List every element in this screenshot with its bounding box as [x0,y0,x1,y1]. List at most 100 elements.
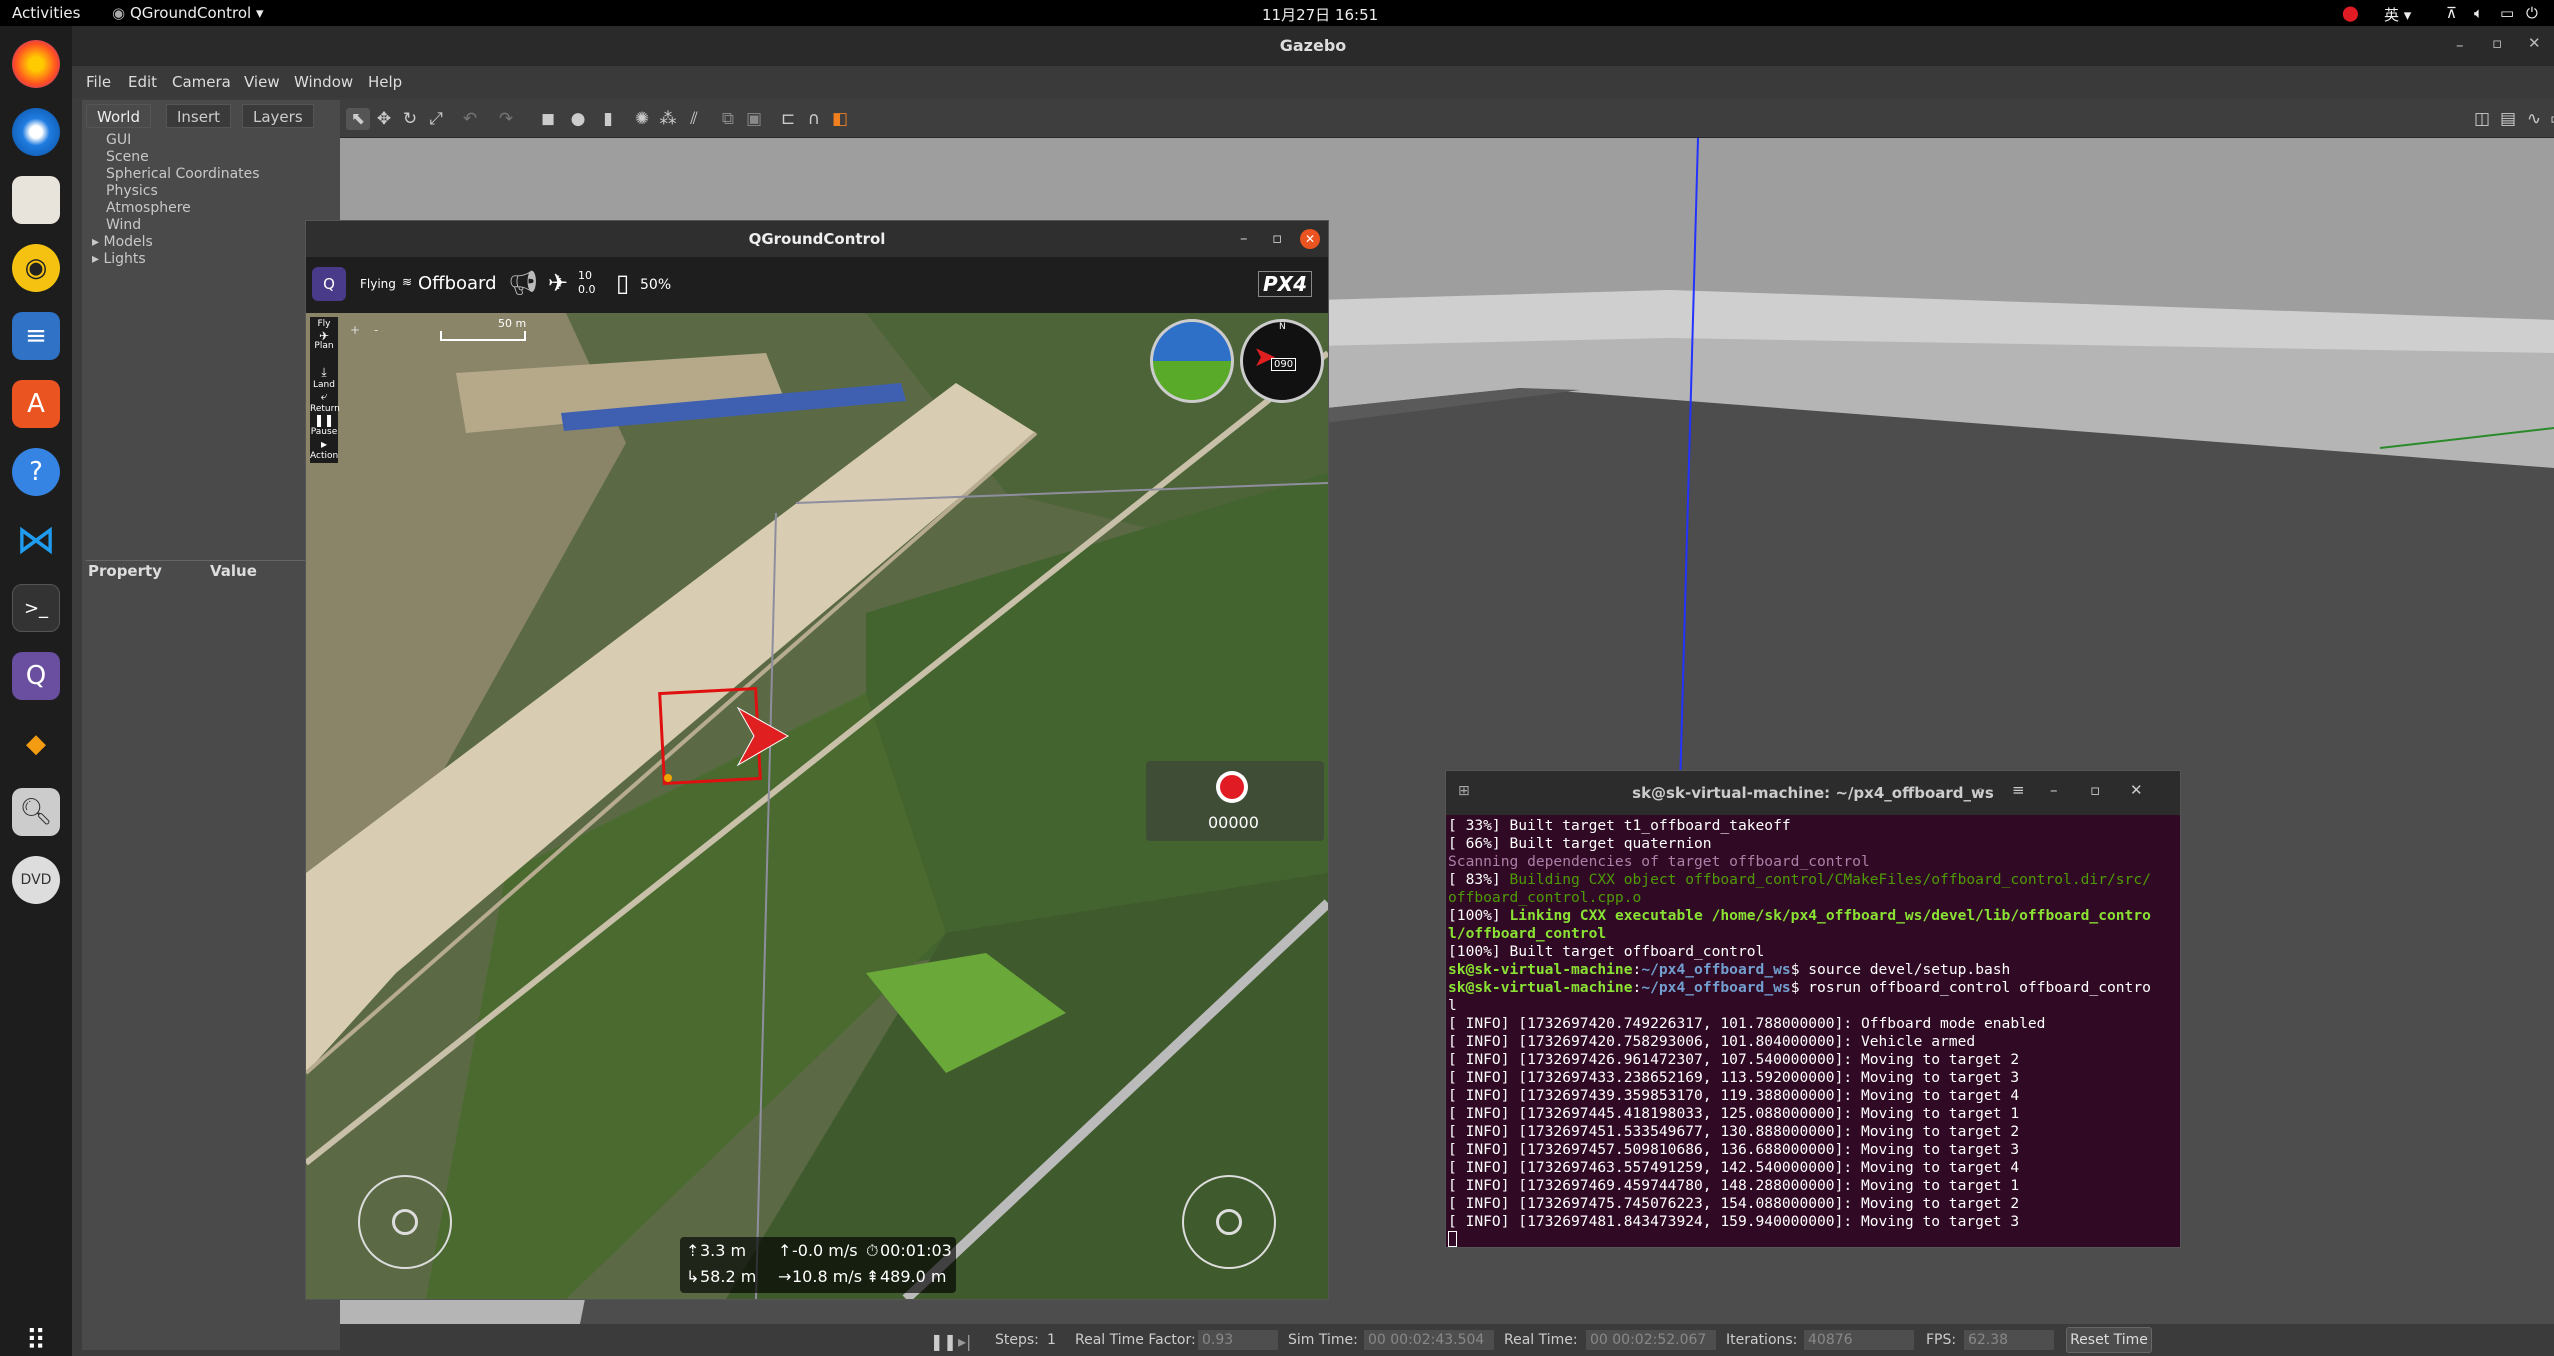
tree-models[interactable]: ▸ Models [92,234,153,250]
terminal-menu-icon[interactable]: ≡ [2012,781,2025,799]
tree-scene[interactable]: Scene [106,149,149,165]
step-icon[interactable]: ▸| [958,1332,971,1351]
align-icon[interactable]: ⊏ [776,108,800,130]
volume-icon[interactable]: 🔈︎ [2474,4,2483,22]
steps-value[interactable]: 1 [1047,1332,1056,1348]
clock[interactable]: 11月27日 16:51 [1262,4,1378,25]
tool-return[interactable]: ⤶ Return [310,389,340,414]
right-joystick-knob[interactable] [1216,1209,1242,1235]
expand-arrow-icon[interactable]: ▸ [92,234,103,250]
home-marker[interactable] [664,774,672,782]
directional-light-icon[interactable]: ⫽ [682,108,706,130]
tool-action[interactable]: ▸ Action [310,437,338,461]
pause-icon[interactable]: ❚❚ [930,1332,957,1351]
menu-view[interactable]: View [244,73,280,91]
tab-insert[interactable]: Insert [166,104,232,128]
qgc-logo-icon[interactable]: Q [312,267,346,301]
writer-icon[interactable]: ≡ [12,312,60,360]
terminal-output[interactable]: [ 33%] Built target t1_offboard_takeoff[… [1448,815,2180,1247]
menu-help[interactable]: Help [368,73,402,91]
rotate-icon[interactable]: ↻ [398,108,422,130]
app-center-icon[interactable]: A [12,380,60,428]
close-icon[interactable]: ✕ [2528,34,2541,52]
screenshot-icon[interactable]: ◫ [2470,108,2494,130]
menu-camera[interactable]: Camera [172,73,231,91]
tree-spherical-coordinates[interactable]: Spherical Coordinates [106,166,260,182]
sphere-icon[interactable]: ● [566,108,590,130]
select-icon[interactable]: ⬉ [346,108,370,130]
flight-mode[interactable]: Offboard [418,273,497,294]
battery-indicator-icon[interactable]: ▭ [2500,4,2514,22]
scale-icon[interactable]: ⤢ [424,108,448,130]
firefox-icon[interactable] [12,40,60,88]
right-joystick[interactable] [1182,1175,1276,1269]
tree-gui[interactable]: GUI [106,132,131,148]
apps-grid-icon[interactable]: ⠿ [12,1316,60,1356]
record-video-icon[interactable]: ▭ [2546,108,2554,130]
flight-status[interactable]: Flying [360,277,396,291]
menu-file[interactable]: File [86,73,111,91]
tree-lights[interactable]: ▸ Lights [92,251,146,267]
log-icon[interactable]: ▤ [2496,108,2520,130]
terminal-search-icon[interactable]: ⌕ [1976,781,1984,799]
terminal-icon[interactable]: >_ [12,584,60,632]
satellite-icon[interactable]: ✈︎ [548,269,568,297]
app-icon[interactable]: ◆ [12,720,60,768]
menu-window[interactable]: Window [294,73,353,91]
files-icon[interactable] [12,176,60,224]
search-app-icon[interactable]: 🔍︎ [12,788,60,836]
minimize-icon[interactable]: – [2456,36,2464,54]
terminal-maximize-icon[interactable]: ▫ [2090,781,2100,799]
activities-button[interactable]: Activities [12,4,80,22]
reset-time-button[interactable]: Reset Time [2066,1327,2152,1353]
tool-land[interactable]: ⤓ Land [310,365,338,390]
snap-icon[interactable]: ∩ [802,108,826,130]
status-red-icon[interactable]: ⬤ [2342,4,2359,22]
new-tab-icon[interactable]: ⊞ [1458,783,1470,799]
tab-layers[interactable]: Layers [242,104,314,128]
qgc-close-icon[interactable]: ✕ [1300,229,1320,249]
cylinder-icon[interactable]: ▮ [596,108,620,130]
terminal-minimize-icon[interactable]: – [2050,781,2058,799]
translate-icon[interactable]: ✥ [372,108,396,130]
spot-light-icon[interactable]: ⁂ [656,108,680,130]
power-icon[interactable]: ⏻ [2526,4,2538,22]
tree-physics[interactable]: Physics [106,183,158,199]
network-icon[interactable]: ⊼ [2446,4,2457,22]
app-menu[interactable]: QGroundControl ▾ [130,4,264,22]
expand-arrow-icon[interactable]: ▸ [92,251,103,267]
undo-icon[interactable]: ↶ [458,108,482,130]
input-method[interactable]: 英 ▾ [2384,4,2411,25]
terminal-close-icon[interactable]: ✕ [2130,781,2143,799]
vscode-icon[interactable]: ⋈ [12,516,60,564]
qgc-minimize-icon[interactable]: – [1240,229,1248,247]
redo-icon[interactable]: ↷ [494,108,518,130]
rhythmbox-icon[interactable]: ◉ [12,244,60,292]
tree-wind[interactable]: Wind [106,217,141,233]
zoom-out-button[interactable]: - [374,323,378,337]
tree-atmosphere[interactable]: Atmosphere [106,200,191,216]
box-icon[interactable]: ◼ [536,108,560,130]
copy-icon[interactable]: ⧉ [716,108,740,130]
megaphone-icon[interactable]: 📢︎ [508,269,538,297]
paste-icon[interactable]: ▣ [742,108,766,130]
tool-pause[interactable]: ❚❚ Pause [310,413,338,437]
tool-plan[interactable]: Plan [310,341,338,365]
thunderbird-icon[interactable] [12,108,60,156]
qgc-maximize-icon[interactable]: ▫ [1272,229,1282,247]
tool-fly[interactable]: Fly ✈︎ [310,317,338,343]
satellite-map[interactable]: Fly ✈︎ Plan ⤓ Land ⤶ Return ❚❚ Pause ▸ Action… [306,313,1328,1299]
point-light-icon[interactable]: ✺ [630,108,654,130]
left-joystick-knob[interactable] [392,1209,418,1235]
change-view-icon[interactable]: ◧ [828,108,852,130]
zoom-in-button[interactable]: + [350,323,360,337]
menu-edit[interactable]: Edit [128,73,157,91]
help-icon[interactable]: ? [12,448,60,496]
record-button[interactable] [1216,771,1248,803]
battery-icon[interactable]: ▯ [616,269,629,297]
left-joystick[interactable] [358,1175,452,1269]
plot-icon[interactable]: ∿ [2522,108,2546,130]
qgroundcontrol-icon[interactable]: Q [12,652,60,700]
tab-world[interactable]: World [86,104,151,128]
dvd-icon[interactable]: DVD [12,856,60,904]
